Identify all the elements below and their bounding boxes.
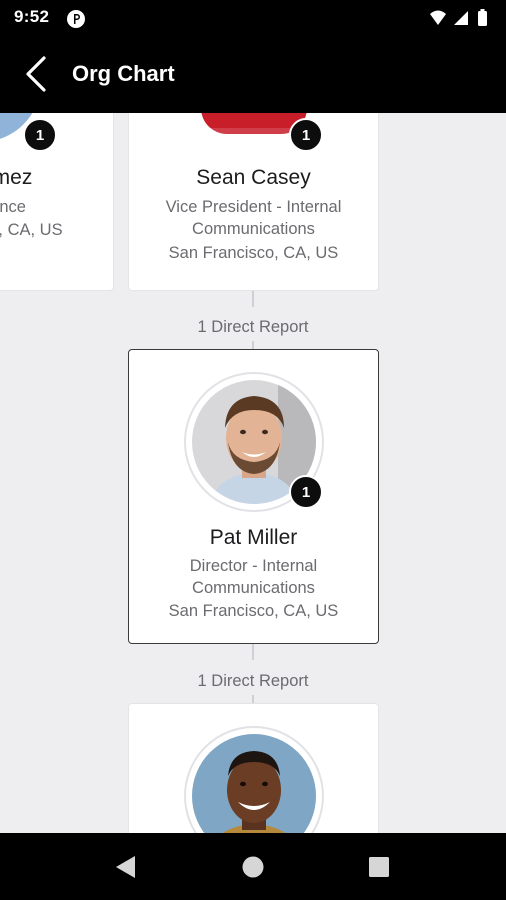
peer-location: co, CA, US [0,221,63,239]
nav-home-button[interactable] [233,851,273,883]
status-time: 9:52 [14,7,50,26]
page-title: Org Chart [72,61,175,86]
direct-report-label: 1 Direct Report [197,672,309,690]
connector-line [252,291,254,307]
status-icons [430,9,487,26]
org-chart-canvas[interactable]: 1 omez nance co, CA, US 1 Sean Casey Vic… [0,113,506,833]
direct-report-label: 1 Direct Report [197,318,309,336]
direct-report-card[interactable] [128,703,379,833]
peer-location: San Francisco, CA, US [168,244,339,262]
direct-report-count-badge: 1 [23,118,57,152]
signal-icon [454,11,468,25]
wifi-icon [430,10,446,25]
battery-icon [478,9,487,26]
person-location: San Francisco, CA, US [168,602,339,620]
person-title-line2: Communications [192,579,315,597]
nav-recents-icon [369,857,389,877]
direct-report-count-badge: 1 [289,475,323,509]
app-bar: Org Chart [0,36,506,113]
peer-title: nance [0,198,26,216]
peer-name: omez [0,166,33,189]
nav-back-icon [116,856,135,878]
nav-home-icon [242,856,264,878]
nav-recents-button[interactable] [359,851,399,883]
peer-card-sean-casey[interactable]: 1 Sean Casey Vice President - Internal C… [128,113,379,291]
back-arrow-icon [26,56,46,92]
direct-report-count-badge: 1 [289,118,323,152]
peer-title: Vice President - Internal [165,198,342,216]
person-name: Pat Miller [209,526,298,549]
status-bar: 9:52 [0,0,506,36]
nav-back-button[interactable] [106,851,146,883]
connector-line [252,695,254,703]
connector-line [252,644,254,660]
back-button[interactable] [14,54,58,94]
system-nav-bar [0,833,506,900]
selected-person-card[interactable]: 1 Pat Miller Director - Internal Communi… [128,349,379,644]
connector-line [252,341,254,349]
person-title: Director - Internal [189,557,318,575]
peer-card-left[interactable]: 1 omez nance co, CA, US [0,113,114,291]
peer-title-line2: Communications [192,220,315,238]
peer-name: Sean Casey [196,166,311,189]
app-notification-icon [67,10,85,28]
